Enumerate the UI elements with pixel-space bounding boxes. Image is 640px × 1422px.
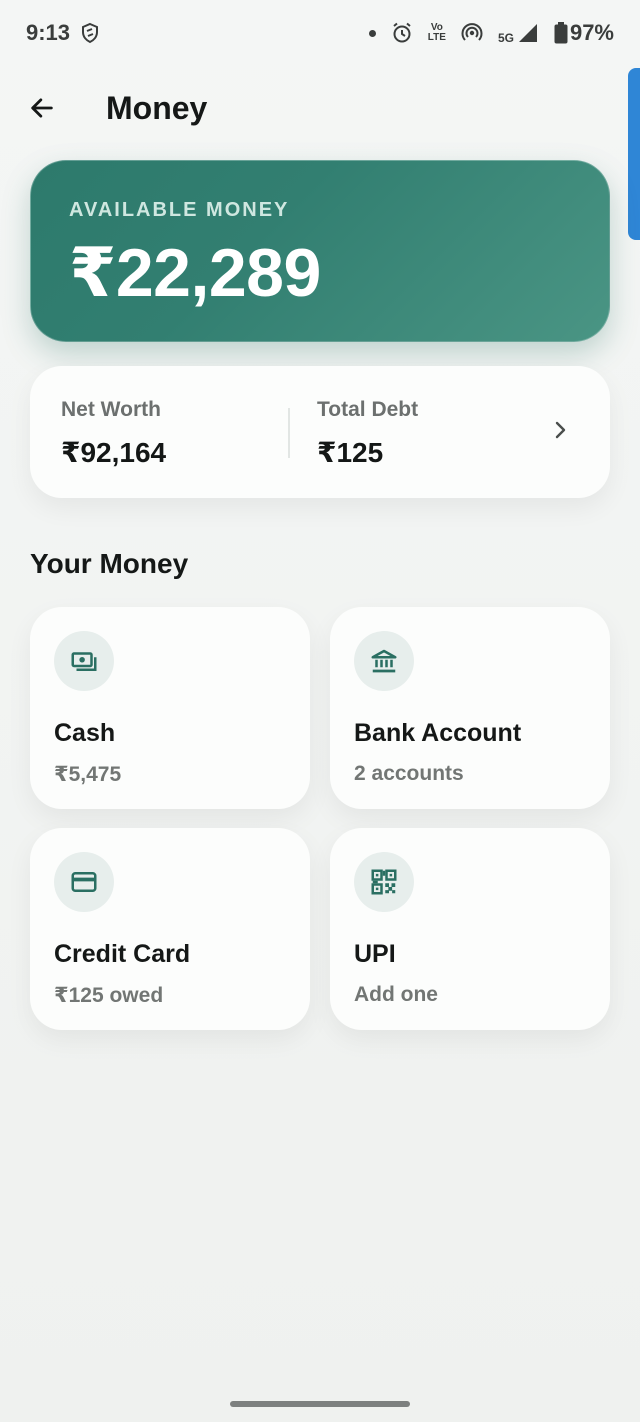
net-worth-summary-card[interactable]: Net Worth ₹92,164 Total Debt ₹125	[30, 366, 610, 498]
top-bar: Money	[0, 72, 640, 144]
chevron-right-icon	[555, 421, 566, 439]
signal-icon	[518, 24, 537, 42]
tile-subtitle: 2 accounts	[354, 762, 464, 785]
signal-group: 5G	[498, 21, 540, 45]
shield-sync-icon	[82, 22, 99, 44]
tile-title: Cash	[54, 719, 116, 747]
status-bar: 9:13 Vo LTE 5G 97%	[0, 0, 640, 66]
qr-code-icon	[371, 869, 397, 895]
tile-title: Bank Account	[354, 719, 522, 747]
cash-icon	[71, 652, 97, 671]
notification-dot-icon	[368, 29, 376, 37]
upi-tile[interactable]: UPI Add one	[330, 828, 610, 1030]
status-time: 9:13	[26, 20, 71, 45]
back-arrow-icon	[31, 98, 53, 118]
tile-subtitle: ₹5,475	[54, 763, 122, 786]
network-type: 5G	[497, 31, 514, 45]
back-button[interactable]	[26, 92, 58, 124]
tile-subtitle: ₹125 owed	[54, 984, 164, 1007]
gesture-nav-handle[interactable]	[230, 1401, 410, 1407]
available-money-card: AVAILABLE MONEY ₹22,289	[30, 160, 610, 342]
hotspot-icon	[461, 23, 483, 41]
battery-percent: 97%	[569, 20, 614, 45]
net-worth-label: Net Worth	[61, 398, 161, 421]
summary-divider	[288, 408, 290, 458]
credit-card-icon	[71, 872, 97, 892]
status-left: 9:13	[26, 20, 102, 46]
tile-title: Credit Card	[54, 940, 191, 968]
bank-icon	[371, 649, 397, 673]
alarm-icon	[393, 22, 411, 43]
battery-icon	[554, 22, 568, 44]
tile-subtitle: Add one	[354, 983, 438, 1006]
cash-tile[interactable]: Cash ₹5,475	[30, 607, 310, 809]
bank-icon-badge	[354, 631, 414, 691]
volte-icon: Vo LTE	[427, 22, 446, 43]
available-money-label: AVAILABLE MONEY	[69, 199, 290, 221]
total-debt-label: Total Debt	[317, 398, 419, 421]
available-money-amount: ₹22,289	[69, 235, 321, 311]
qr-code-icon-badge	[354, 852, 414, 912]
net-worth-value: ₹92,164	[61, 437, 167, 468]
page-title: Money	[106, 89, 208, 126]
status-right: Vo LTE 5G 97%	[368, 20, 614, 46]
tile-title: UPI	[354, 940, 396, 968]
total-debt-value: ₹125	[317, 437, 384, 468]
cash-icon-badge	[54, 631, 114, 691]
credit-card-tile[interactable]: Credit Card ₹125 owed	[30, 828, 310, 1030]
net-worth-block: Net Worth ₹92,164	[61, 398, 166, 469]
credit-card-icon-badge	[54, 852, 114, 912]
bank-account-tile[interactable]: Bank Account 2 accounts	[330, 607, 610, 809]
your-money-heading: Your Money	[30, 548, 189, 579]
total-debt-block: Total Debt ₹125	[317, 398, 418, 469]
battery-group: 97%	[554, 20, 614, 46]
